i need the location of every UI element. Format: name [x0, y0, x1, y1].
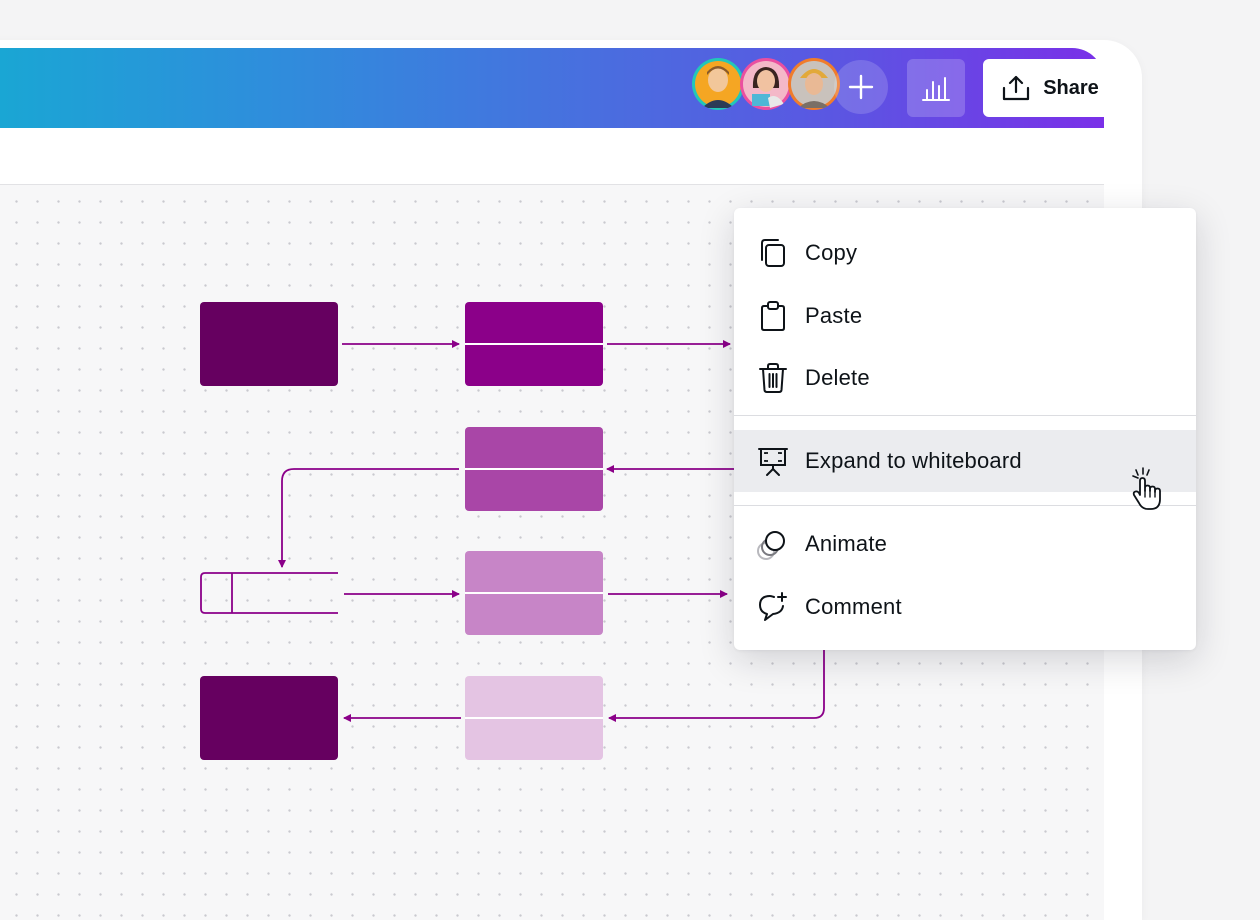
menu-item-label: Paste — [805, 303, 863, 328]
trash-icon — [759, 363, 787, 393]
menu-divider — [734, 505, 1196, 506]
hand-pointer-cursor-icon — [1132, 467, 1161, 510]
menu-item-label: Delete — [805, 365, 870, 390]
connector-4-5 — [278, 468, 459, 568]
menu-item-label: Copy — [805, 240, 858, 265]
menu-item-label: Comment — [805, 594, 902, 619]
menu-item-delete[interactable]: Delete — [734, 347, 1196, 409]
menu-item-paste[interactable]: Paste — [734, 285, 1196, 347]
animate-icon — [757, 531, 785, 560]
context-menu: Copy Paste Delete Expand to whiteboard A… — [734, 208, 1196, 650]
menu-item-label: Expand to whiteboard — [805, 448, 1022, 473]
copy-icon — [761, 239, 785, 267]
menu-item-comment[interactable]: Comment — [734, 576, 1196, 638]
flowchart-shape-8 — [200, 676, 338, 760]
menu-item-label: Animate — [805, 531, 888, 556]
menu-item-animate[interactable]: Animate — [734, 513, 1196, 575]
flowchart-shape-1 — [200, 302, 338, 386]
menu-item-copy[interactable]: Copy — [734, 222, 1196, 284]
menu-item-expand-to-whiteboard[interactable]: Expand to whiteboard — [734, 430, 1196, 492]
flowchart-shape-5 — [200, 572, 338, 614]
clipboard-icon — [761, 301, 785, 331]
connector-7-9 — [608, 650, 825, 722]
whiteboard-icon — [758, 448, 788, 476]
menu-divider — [734, 415, 1196, 416]
comment-add-icon — [759, 592, 787, 621]
